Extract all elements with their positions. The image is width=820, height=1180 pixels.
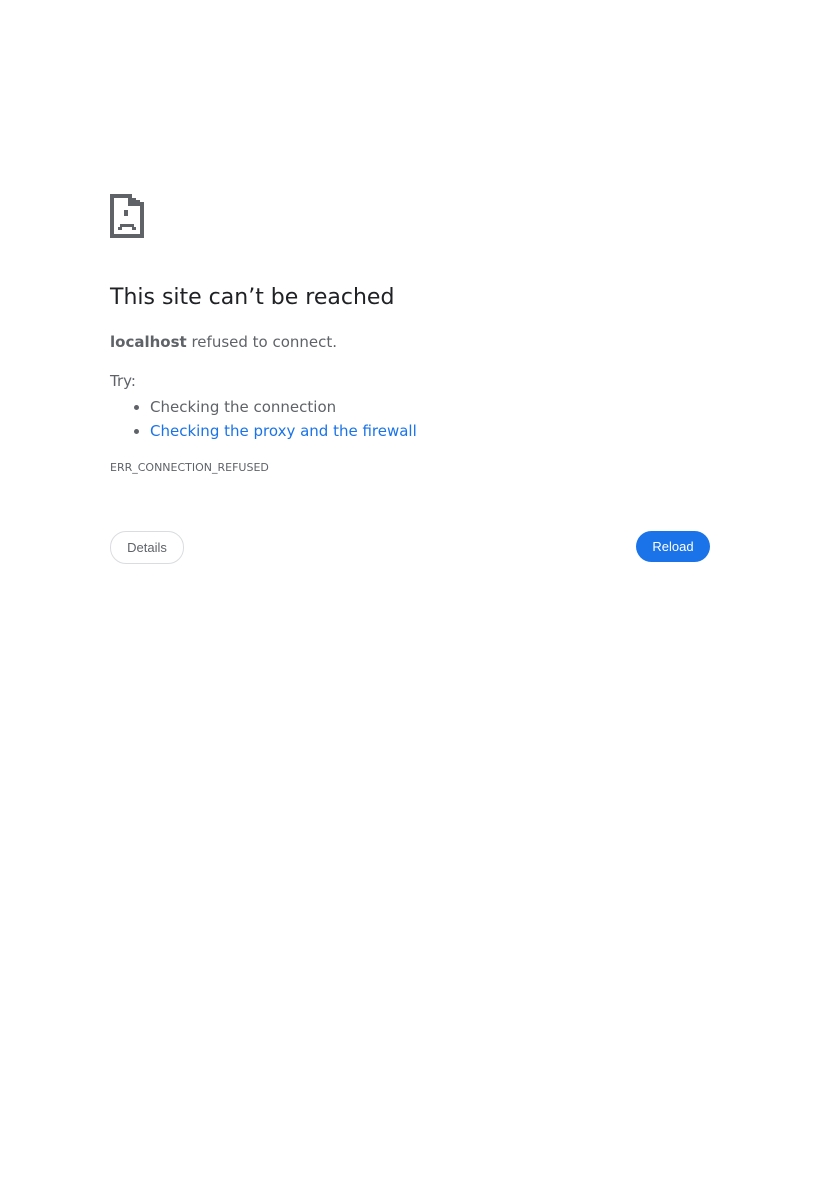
sad-page-icon bbox=[110, 194, 710, 238]
host-name: localhost bbox=[110, 333, 187, 351]
proxy-firewall-link[interactable]: Checking the proxy and the firewall bbox=[150, 422, 417, 440]
details-button[interactable]: Details bbox=[110, 531, 184, 564]
error-heading: This site can’t be reached bbox=[110, 285, 395, 310]
summary-message: refused to connect. bbox=[191, 333, 338, 351]
suggestion-item-proxy-firewall: Checking the proxy and the firewall bbox=[150, 419, 417, 443]
error-summary: localhost refused to connect. bbox=[110, 332, 337, 352]
suggestion-text: Checking the connection bbox=[150, 398, 337, 416]
reload-button[interactable]: Reload bbox=[636, 531, 710, 562]
try-label: Try: bbox=[110, 372, 136, 390]
error-code: ERR_CONNECTION_REFUSED bbox=[110, 461, 269, 474]
suggestions-list: Checking the connection Checking the pro… bbox=[110, 395, 417, 443]
suggestion-item-connection: Checking the connection bbox=[150, 395, 417, 419]
error-page-content: This site can’t be reached localhost ref… bbox=[110, 194, 710, 564]
